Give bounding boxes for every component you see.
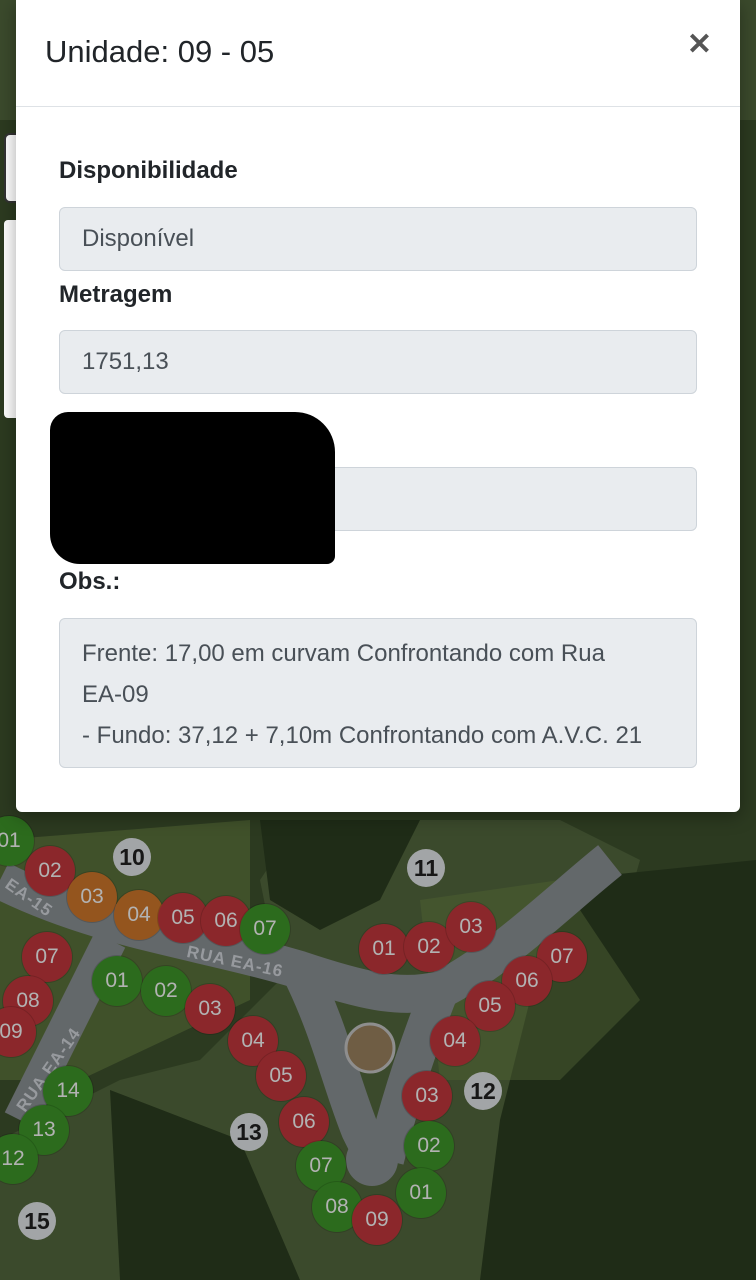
redaction-mark [50,412,335,564]
modal-title: Unidade: 09 - 05 [45,34,275,69]
background-panel-edge [4,220,16,418]
obs-line: - Fundo: 37,12 + 7,10m Confrontando com … [82,722,643,749]
area-field[interactable]: 1751,13 [59,330,697,394]
obs-textarea[interactable]: Frente: 17,00 em curvam Confrontando com… [59,618,697,768]
obs-line: Frente: 17,00 em curvam Confrontando com… [82,640,605,667]
modal-header: Unidade: 09 - 05 ✕ [16,0,740,107]
unit-details-modal: Unidade: 09 - 05 ✕ Disponibilidade Dispo… [16,0,740,812]
obs-line: EA-09 [82,681,149,708]
area-label: Metragem [59,281,173,308]
obs-label: Obs.: [59,568,121,595]
close-icon[interactable]: ✕ [687,30,712,60]
availability-field[interactable]: Disponível [59,207,697,271]
availability-label: Disponibilidade [59,157,238,184]
